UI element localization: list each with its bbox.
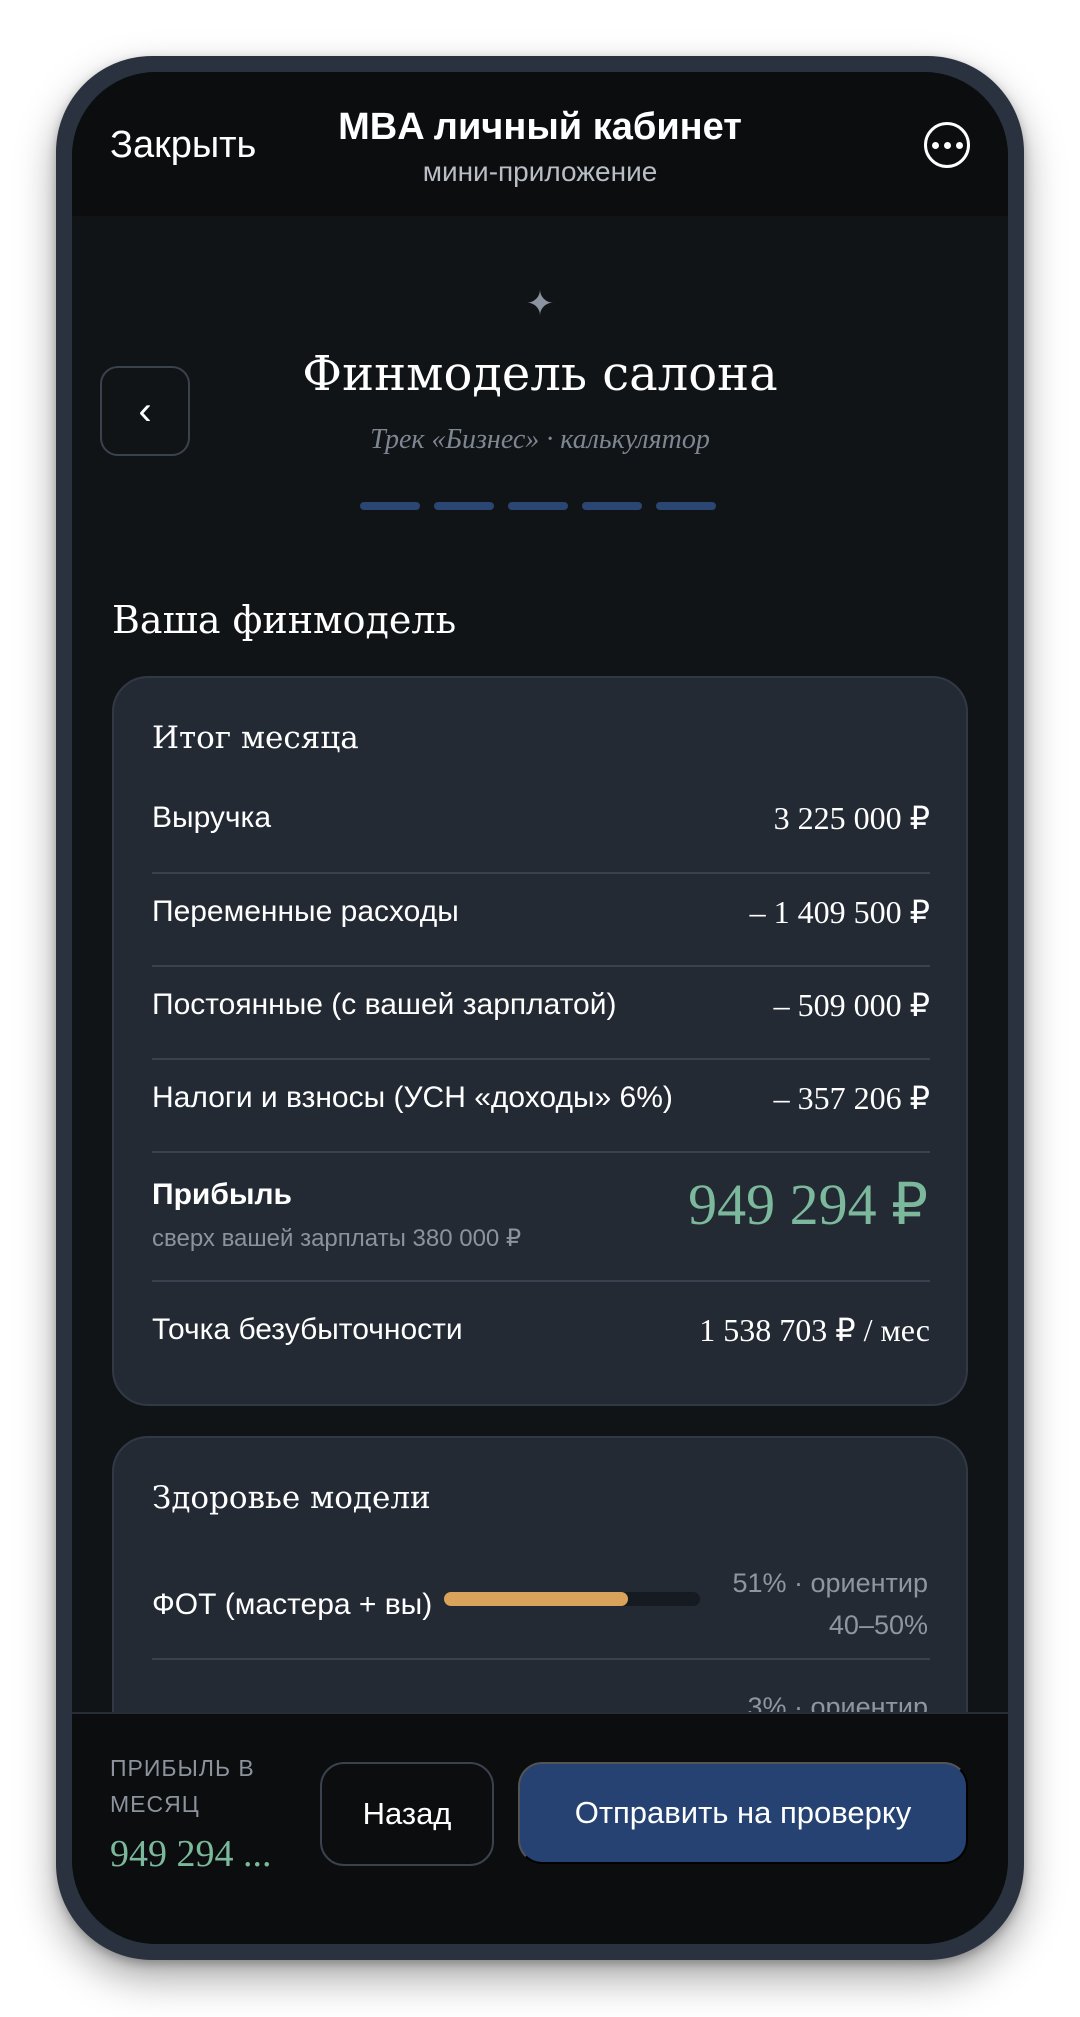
divider [152, 965, 930, 967]
card-title: Здоровье модели [152, 1480, 431, 1516]
summary-row-variable: Переменные расходы – 1 409 500 ₽ [152, 882, 930, 942]
profit-caption: ПРИБЫЛЬ В МЕСЯЦ [110, 1755, 255, 1817]
summary-row-revenue: Выручка 3 225 000 ₽ [152, 788, 930, 848]
step-dot [434, 502, 494, 510]
dot-icon [943, 141, 951, 149]
row-label: Налоги и взносы (УСН «доходы» 6%) [152, 1081, 673, 1114]
divider [152, 872, 930, 874]
row-label: Выручка [152, 801, 272, 834]
summary-row-fixed: Постоянные (с вашей зарплатой) – 509 000… [152, 975, 930, 1035]
step-dot [360, 502, 420, 510]
back-button[interactable]: Назад [320, 1762, 494, 1866]
row-label: Постоянные (с вашей зарплатой) [152, 988, 617, 1021]
section-title: Ваша финмодель [112, 598, 457, 642]
app-subtitle: мини-приложение [422, 156, 658, 187]
step-dot [508, 502, 568, 510]
divider [152, 1280, 930, 1282]
summary-row-taxes: Налоги и взносы (УСН «доходы» 6%) – 357 … [152, 1068, 930, 1128]
row-label: Точка безубыточности [152, 1313, 463, 1346]
app-title: MBA личный кабинет [338, 106, 742, 148]
step-dot [656, 502, 716, 510]
profit-summary-value: 949 294 ... [110, 1833, 272, 1875]
page-subtitle: Трек «Бизнес» · калькулятор [370, 424, 710, 455]
summary-row-breakeven: Точка безубыточности 1 538 703 ₽ / мес [152, 1300, 930, 1360]
page-title: Финмодель салона [302, 346, 778, 402]
divider [152, 1658, 930, 1660]
app-screen: Закрыть MBA личный кабинет мини-приложен… [72, 72, 1008, 1944]
profit-note: сверх вашей зарплаты 380 000 ₽ [152, 1225, 522, 1252]
divider [152, 1058, 930, 1060]
bottom-action-bar: ПРИБЫЛЬ В МЕСЯЦ 949 294 ... Назад Отправ… [72, 1712, 1008, 1944]
more-horizontal-icon[interactable] [924, 122, 970, 168]
health-progress-fill [444, 1592, 629, 1606]
step-indicator [360, 502, 716, 510]
row-value: – 1 409 500 ₽ [749, 894, 930, 930]
card-title: Итог месяца [152, 720, 359, 756]
row-value: – 509 000 ₽ [773, 987, 930, 1023]
divider [152, 1151, 930, 1153]
submit-for-review-button[interactable]: Отправить на проверку [518, 1762, 968, 1864]
row-label: Переменные расходы [152, 895, 459, 928]
step-dot [582, 502, 642, 510]
health-progress-bar [444, 1592, 700, 1606]
row-value: – 357 206 ₽ [773, 1080, 930, 1116]
dot-icon [931, 141, 939, 149]
profit-value: 949 294 ₽ [688, 1172, 928, 1237]
health-item-meta: 51% · ориентир 40–50% [732, 1568, 928, 1640]
sparkle-icon: ✦ [525, 285, 555, 323]
row-value: 1 538 703 ₽ / мес [699, 1312, 930, 1348]
month-summary-card: Итог месяца Выручка 3 225 000 ₽ Переменн… [112, 676, 968, 1406]
health-item-label: ФОТ (мастера + вы) [152, 1588, 433, 1621]
profit-label: Прибыль [152, 1178, 292, 1211]
dot-icon [955, 141, 963, 149]
row-value: 3 225 000 ₽ [773, 800, 930, 836]
top-bar: Закрыть MBA личный кабинет мини-приложен… [72, 72, 1008, 216]
